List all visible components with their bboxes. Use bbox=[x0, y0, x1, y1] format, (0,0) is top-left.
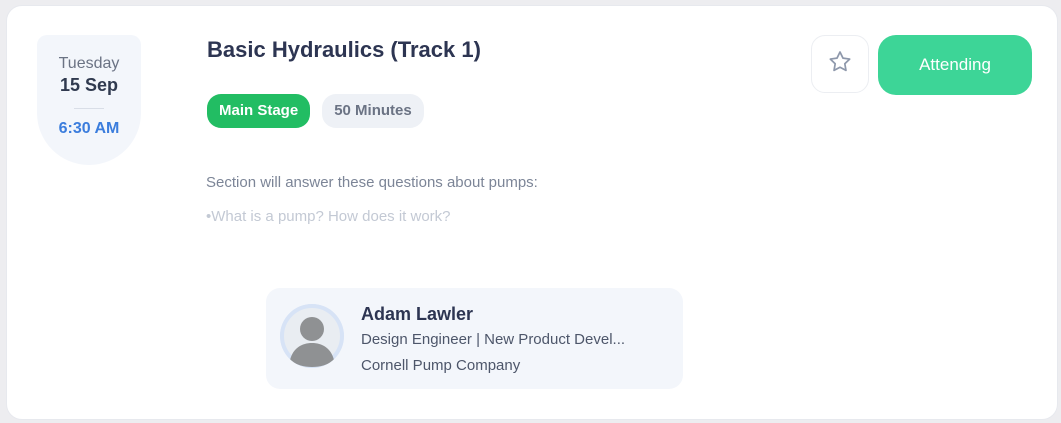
star-outline-icon bbox=[827, 49, 853, 80]
speaker-company: Cornell Pump Company bbox=[361, 357, 521, 374]
speaker-card[interactable]: Adam Lawler Design Engineer | New Produc… bbox=[266, 288, 683, 389]
session-card[interactable]: Tuesday 15 Sep 6:30 AM Basic Hydraulics … bbox=[6, 5, 1058, 420]
session-description: Section will answer these questions abou… bbox=[206, 174, 538, 225]
session-tags: Main Stage 50 Minutes bbox=[207, 94, 424, 128]
favorite-button[interactable] bbox=[811, 35, 869, 93]
session-title[interactable]: Basic Hydraulics (Track 1) bbox=[207, 37, 481, 63]
session-time: 6:30 AM bbox=[58, 120, 120, 137]
default-avatar-icon bbox=[280, 304, 344, 368]
description-line: Section will answer these questions abou… bbox=[206, 174, 538, 191]
speaker-name[interactable]: Adam Lawler bbox=[361, 304, 473, 325]
speaker-role: Design Engineer | New Product Devel... bbox=[361, 331, 626, 348]
description-line-faded: •What is a pump? How does it work? bbox=[206, 208, 451, 225]
duration-tag: 50 Minutes bbox=[322, 94, 424, 128]
session-date: 15 Sep bbox=[59, 75, 119, 95]
date-divider bbox=[74, 108, 104, 109]
attending-button[interactable]: Attending bbox=[878, 35, 1032, 95]
session-day: Tuesday bbox=[58, 55, 120, 72]
session-date-badge: Tuesday 15 Sep 6:30 AM bbox=[37, 35, 141, 165]
stage-tag: Main Stage bbox=[207, 94, 311, 128]
